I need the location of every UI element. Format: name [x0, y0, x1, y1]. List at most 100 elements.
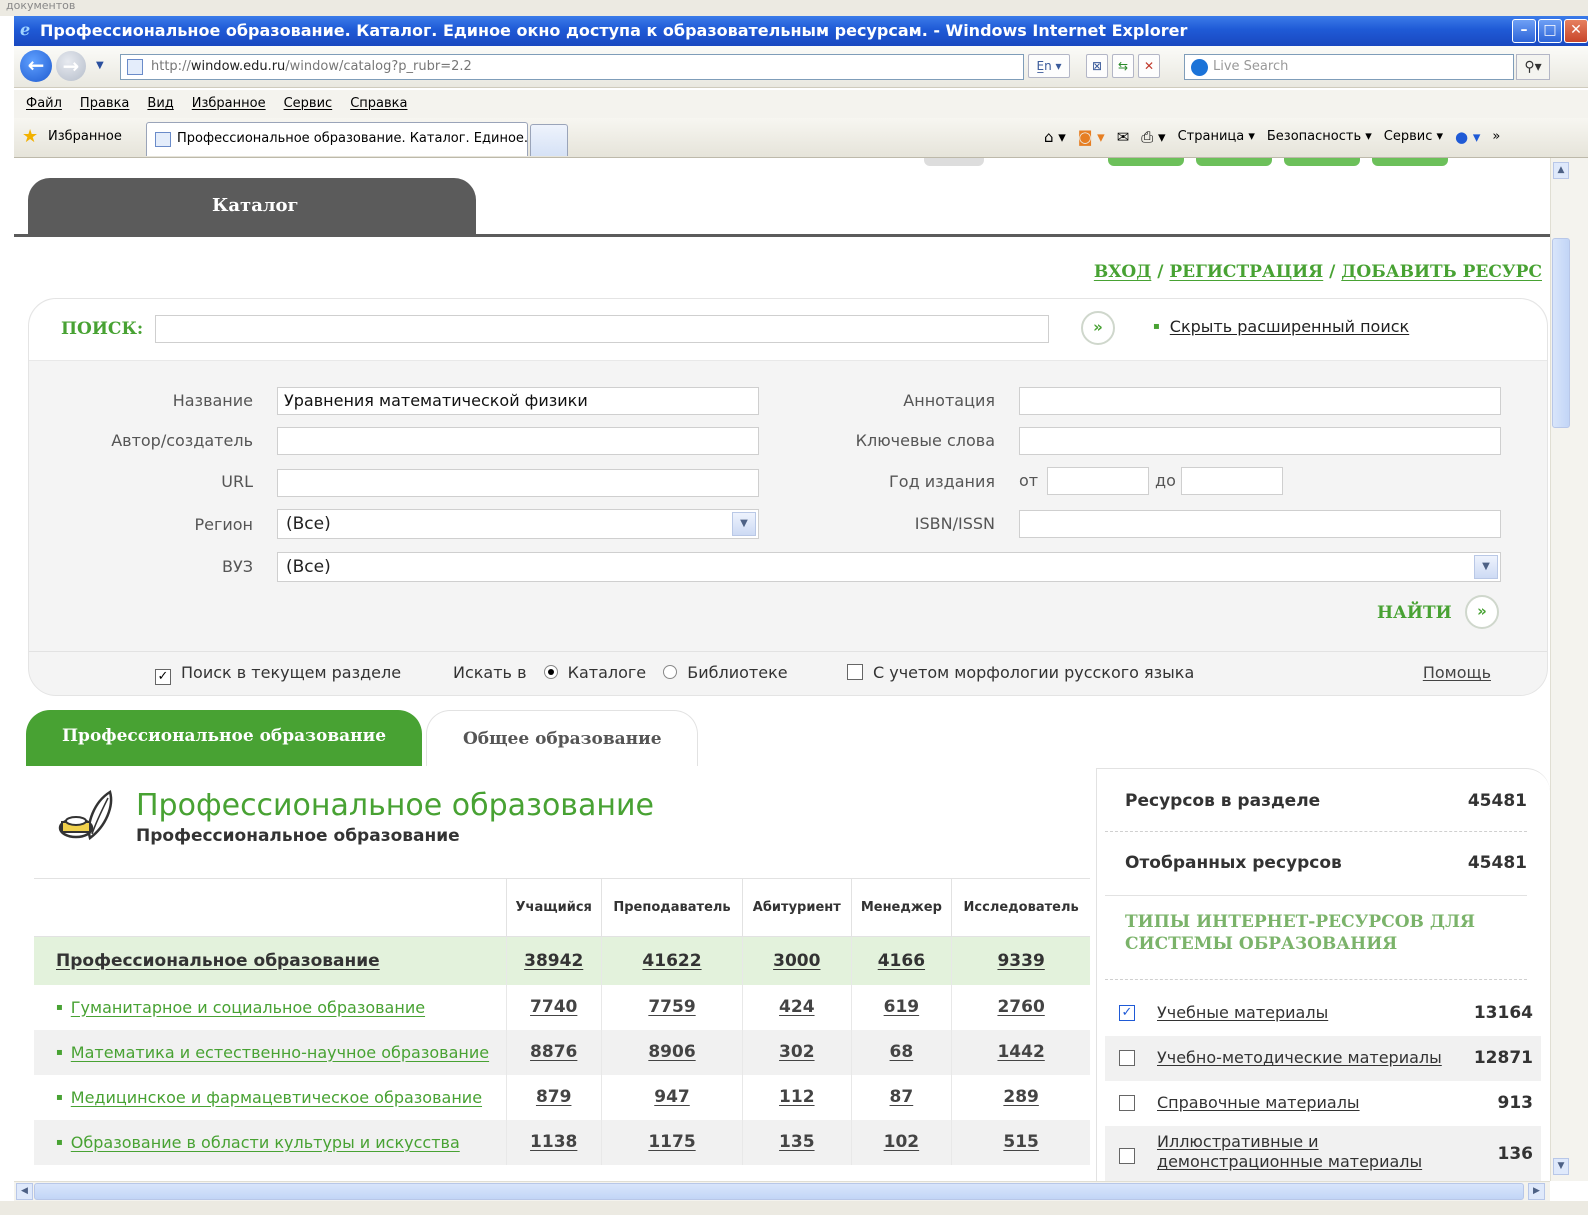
- mail-icon[interactable]: ✉: [1117, 128, 1130, 146]
- search-button[interactable]: ⚲▾: [1516, 54, 1550, 80]
- history-dropdown-icon[interactable]: ▼: [96, 60, 104, 71]
- resource-type-checkbox[interactable]: [1119, 1095, 1135, 1111]
- feeds-icon[interactable]: ◙ ▾: [1078, 128, 1105, 146]
- count-link[interactable]: 87: [850, 1074, 952, 1120]
- resource-type-link[interactable]: Учебные материалы: [1157, 1003, 1328, 1023]
- tab-professional-education[interactable]: Профессиональное образование: [26, 710, 422, 766]
- menu-help[interactable]: Справка: [350, 90, 407, 118]
- count-link[interactable]: 68: [850, 1029, 952, 1075]
- login-link[interactable]: ВХОД: [1094, 262, 1151, 282]
- search-go-button[interactable]: »: [1081, 311, 1115, 345]
- resource-type-checkbox[interactable]: [1119, 1148, 1135, 1164]
- count-link[interactable]: 8906: [600, 1029, 743, 1075]
- count-link[interactable]: 619: [850, 984, 952, 1030]
- page-menu[interactable]: Страница ▾: [1178, 128, 1255, 146]
- find-button[interactable]: »: [1465, 595, 1499, 629]
- row-name-link[interactable]: Гуманитарное и социальное образование: [34, 985, 506, 1030]
- chevron-more-icon[interactable]: »: [1492, 128, 1500, 146]
- search-input[interactable]: [155, 315, 1049, 343]
- new-tab-button[interactable]: [530, 124, 568, 156]
- count-link[interactable]: 7740: [505, 984, 602, 1030]
- annotation-field[interactable]: [1019, 387, 1501, 415]
- register-link[interactable]: РЕГИСТРАЦИЯ: [1169, 262, 1323, 282]
- year-from-field[interactable]: [1047, 467, 1149, 495]
- menu-view[interactable]: Вид: [147, 90, 173, 118]
- vertical-scroll-thumb[interactable]: [1552, 238, 1570, 428]
- help-icon[interactable]: ● ▾: [1455, 128, 1480, 146]
- forward-button[interactable]: →: [56, 51, 86, 81]
- print-icon[interactable]: ⎙ ▾: [1141, 128, 1165, 146]
- safety-menu[interactable]: Безопасность ▾: [1267, 128, 1372, 146]
- count-link[interactable]: 289: [951, 1074, 1090, 1120]
- menu-tools[interactable]: Сервис: [284, 90, 333, 118]
- count-link[interactable]: 41622: [600, 936, 743, 985]
- add-resource-link[interactable]: ДОБАВИТЬ РЕСУРС: [1341, 262, 1542, 282]
- back-button[interactable]: ←: [20, 50, 52, 82]
- url-field[interactable]: [277, 469, 759, 497]
- scroll-right-icon[interactable]: ▶: [1528, 1183, 1545, 1200]
- library-radio-label[interactable]: Библиотеке: [687, 663, 787, 682]
- chevron-down-icon[interactable]: ▼: [1474, 555, 1498, 579]
- compatibility-icon[interactable]: ⊠: [1086, 54, 1108, 78]
- count-link[interactable]: 112: [742, 1074, 852, 1120]
- tab-general-education[interactable]: Общее образование: [426, 710, 698, 766]
- resource-type-checkbox[interactable]: [1119, 1050, 1135, 1066]
- close-button[interactable]: ✕: [1564, 19, 1588, 43]
- isbn-field[interactable]: [1019, 510, 1501, 538]
- menu-favorites[interactable]: Избранное: [192, 90, 266, 118]
- count-link[interactable]: 3000: [742, 936, 852, 985]
- count-link[interactable]: 38942: [505, 936, 602, 985]
- scroll-left-icon[interactable]: ◀: [16, 1183, 33, 1200]
- resource-type-checkbox[interactable]: ✓: [1119, 1005, 1135, 1021]
- find-label[interactable]: НАЙТИ: [1377, 603, 1452, 623]
- favorites-button[interactable]: Избранное: [48, 128, 122, 146]
- row-name-link[interactable]: Математика и естественно-научное образов…: [34, 1029, 506, 1075]
- stop-icon[interactable]: ✕: [1138, 54, 1160, 78]
- resource-type-link[interactable]: Учебно-методические материалы: [1157, 1048, 1442, 1068]
- home-icon[interactable]: ⌂ ▾: [1044, 128, 1066, 146]
- live-search-input[interactable]: Live Search: [1184, 54, 1514, 80]
- chevron-down-icon[interactable]: ▼: [732, 512, 756, 536]
- author-field[interactable]: [277, 427, 759, 455]
- region-select[interactable]: (Все) ▼: [277, 509, 759, 539]
- count-link[interactable]: 9339: [951, 936, 1090, 985]
- count-link[interactable]: 102: [850, 1119, 952, 1165]
- tools-menu[interactable]: Сервис ▾: [1384, 128, 1443, 146]
- minimize-button[interactable]: –: [1512, 19, 1536, 43]
- library-radio[interactable]: [663, 665, 678, 679]
- count-link[interactable]: 8876: [505, 1029, 602, 1075]
- catalog-radio[interactable]: [543, 665, 558, 679]
- catalog-radio-label[interactable]: Каталоге: [568, 663, 647, 682]
- language-icon[interactable]: E̲n ▾: [1028, 54, 1070, 78]
- count-link[interactable]: 515: [951, 1119, 1090, 1165]
- count-link[interactable]: 135: [742, 1119, 852, 1165]
- count-link[interactable]: 1138: [505, 1119, 602, 1165]
- row-name-link[interactable]: Профессиональное образование: [34, 936, 506, 985]
- count-link[interactable]: 2760: [951, 984, 1090, 1030]
- count-link[interactable]: 302: [742, 1029, 852, 1075]
- help-link[interactable]: Помощь: [1423, 663, 1491, 682]
- url-input[interactable]: http://window.edu.ru/window/catalog?p_ru…: [120, 54, 1024, 80]
- current-section-option[interactable]: ✓ Поиск в текущем разделе: [155, 663, 401, 685]
- row-name-link[interactable]: Образование в области культуры и искусст…: [34, 1119, 506, 1165]
- menu-edit[interactable]: Правка: [80, 90, 129, 118]
- count-link[interactable]: 1442: [951, 1029, 1090, 1075]
- menu-file[interactable]: Файл: [26, 90, 62, 118]
- count-link[interactable]: 947: [600, 1074, 743, 1120]
- resource-type-link[interactable]: Иллюстративные и демонстрационные матери…: [1157, 1132, 1437, 1172]
- scroll-down-icon[interactable]: ▼: [1553, 1158, 1569, 1175]
- refresh-icon[interactable]: ⇆: [1112, 54, 1134, 78]
- count-link[interactable]: 879: [505, 1074, 602, 1120]
- row-name-link[interactable]: Медицинское и фармацевтическое образован…: [34, 1075, 506, 1120]
- horizontal-scroll-thumb[interactable]: [34, 1183, 1524, 1200]
- count-link[interactable]: 424: [742, 984, 852, 1030]
- morphology-checkbox[interactable]: [847, 664, 863, 680]
- year-to-field[interactable]: [1181, 467, 1283, 495]
- browser-tab-active[interactable]: Профессиональное образование. Каталог. Е…: [146, 122, 528, 156]
- title-field[interactable]: Уравнения математической физики: [277, 387, 759, 415]
- morphology-option[interactable]: С учетом морфологии русского языка: [847, 663, 1194, 682]
- maximize-button[interactable]: □: [1538, 19, 1562, 43]
- favorites-star-icon[interactable]: ★: [22, 128, 38, 146]
- keywords-field[interactable]: [1019, 427, 1501, 455]
- scroll-up-icon[interactable]: ▲: [1553, 162, 1569, 179]
